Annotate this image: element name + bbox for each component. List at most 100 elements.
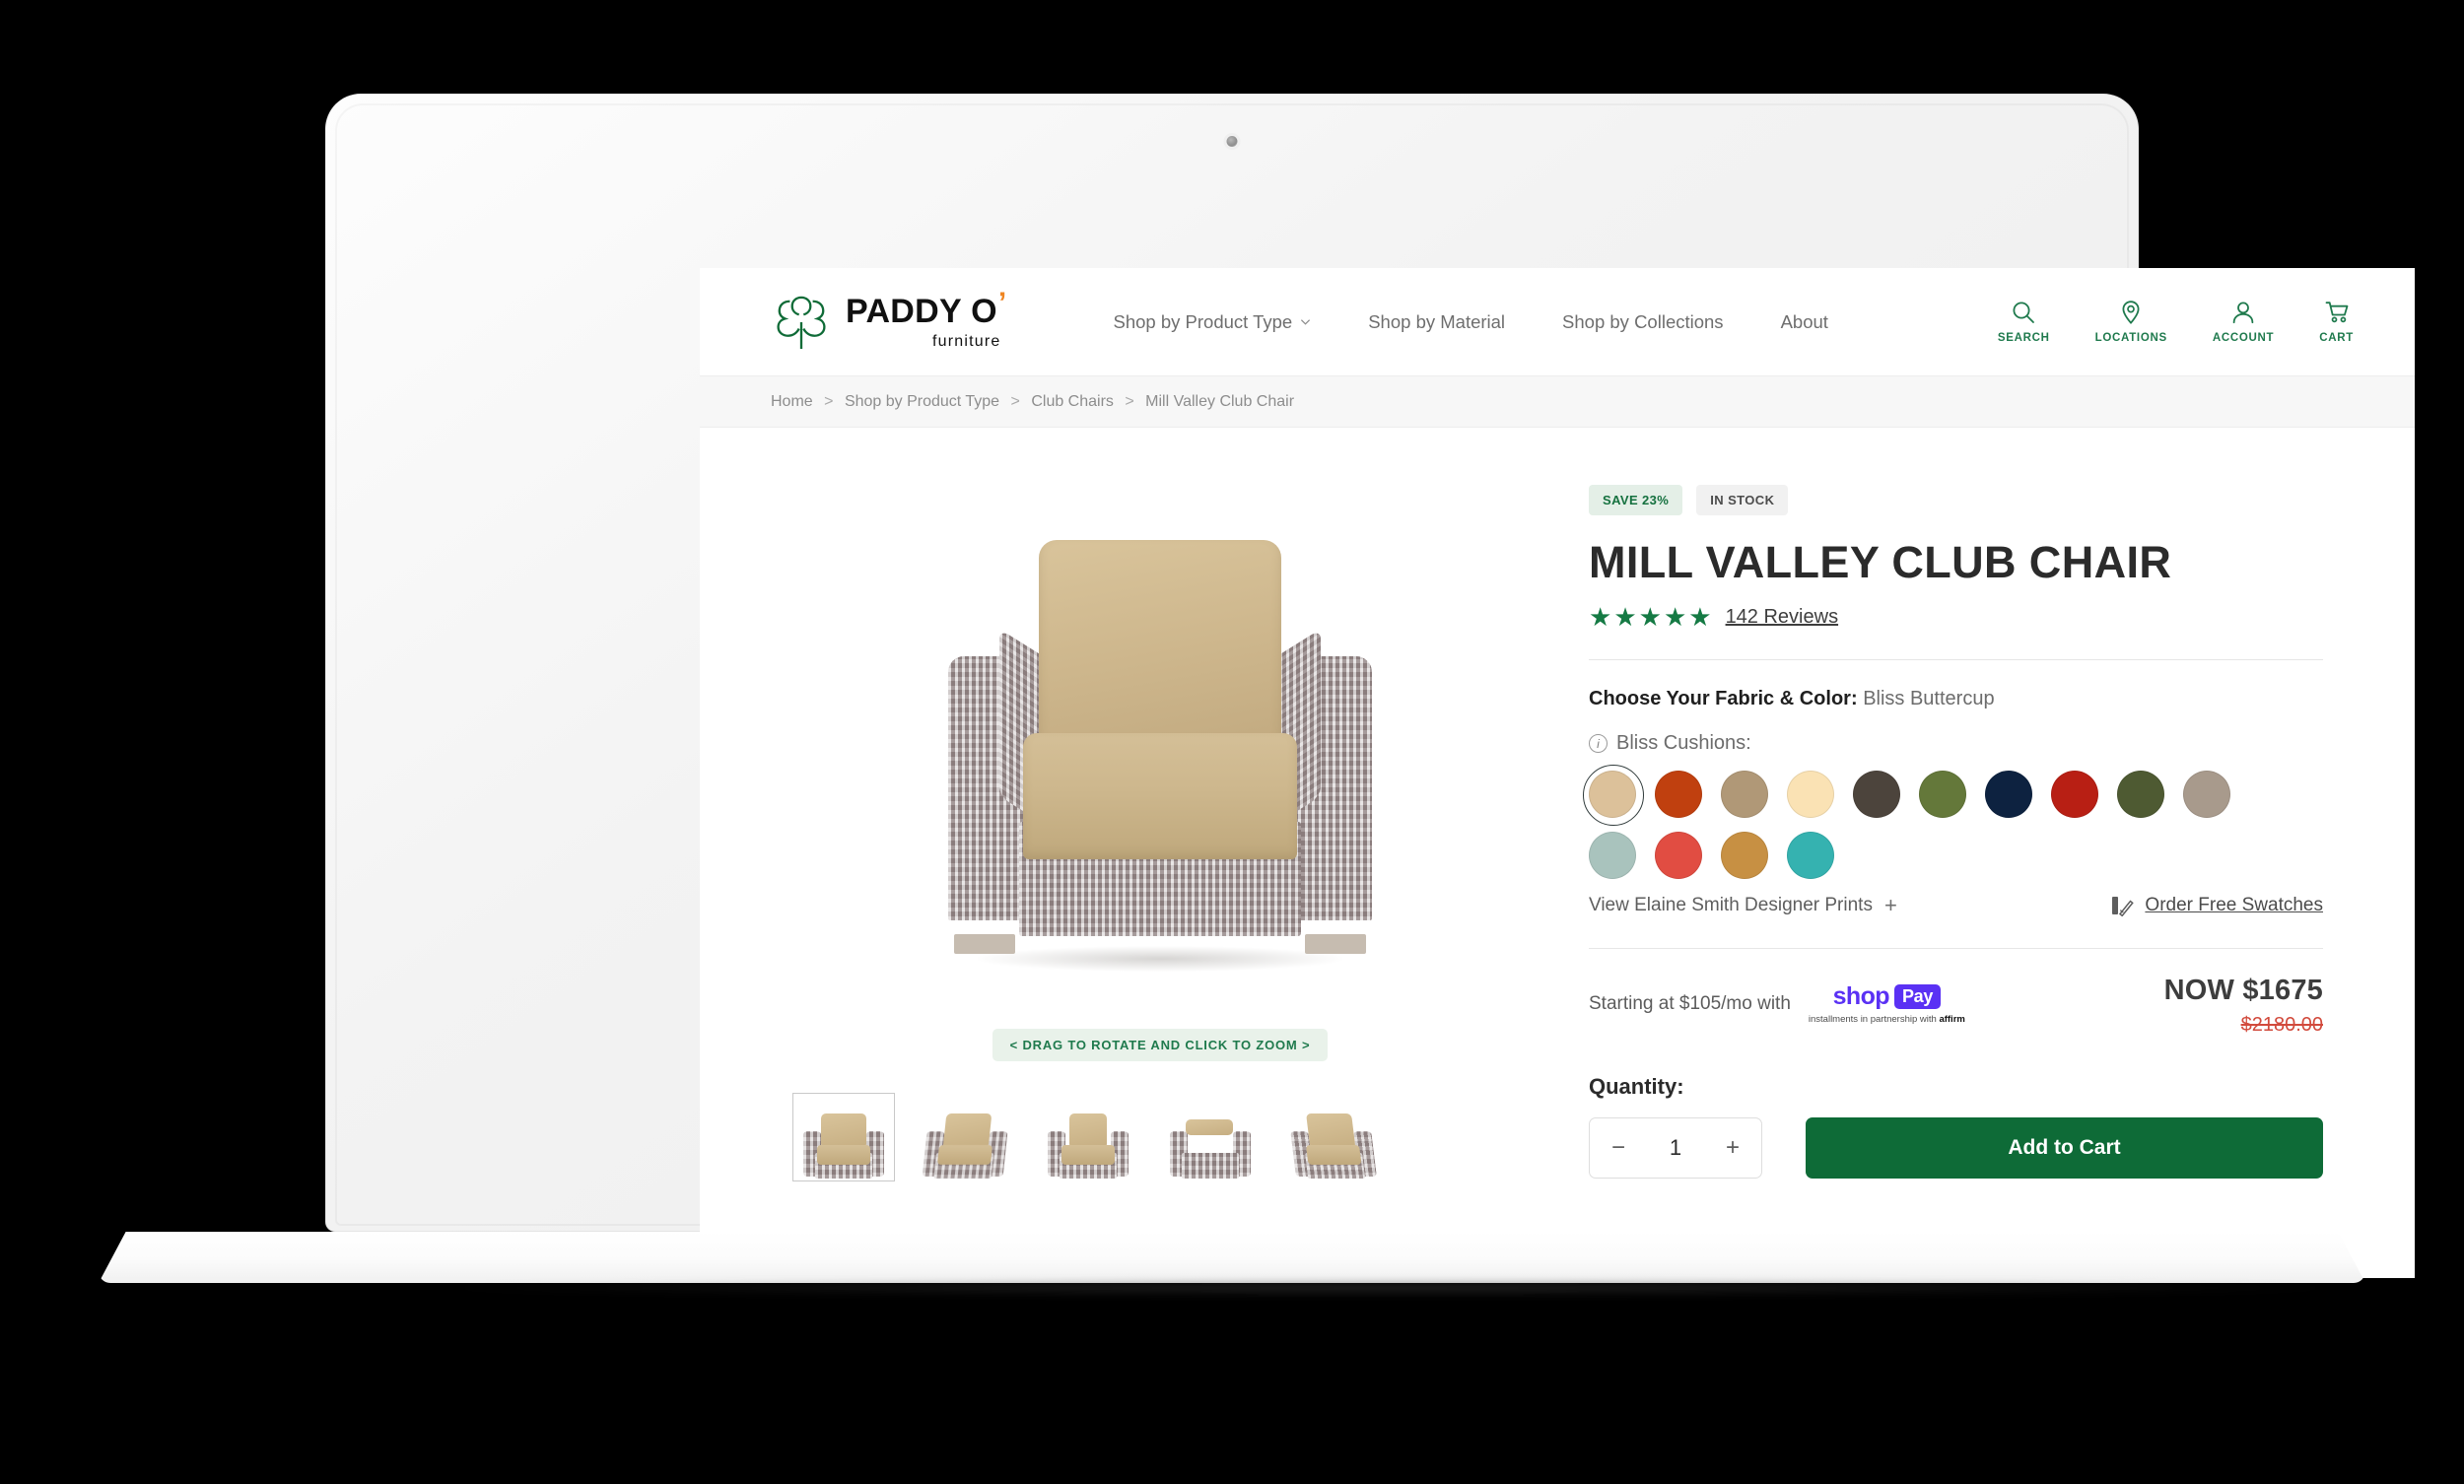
cart-button[interactable]: CART — [2319, 300, 2354, 344]
fabric-color-label: Choose Your Fabric & Color: — [1589, 688, 1858, 709]
shop-pay-logo[interactable]: shop Pay installments in partnership wit… — [1809, 982, 1965, 1025]
swatch-teal[interactable] — [1787, 832, 1834, 879]
search-button[interactable]: SEARCH — [1998, 300, 2050, 344]
fabric-color-line: Choose Your Fabric & Color: Bliss Butter… — [1589, 688, 2323, 710]
nav-label: Shop by Product Type — [1113, 310, 1293, 332]
swatch-row-1 — [1583, 765, 2323, 826]
swatch-rust[interactable] — [1655, 771, 1702, 818]
star-icon: ★ — [1663, 602, 1687, 632]
locations-button[interactable]: LOCATIONS — [2095, 300, 2167, 344]
breadcrumb: Home > Shop by Product Type > Club Chair… — [771, 393, 1294, 411]
star-rating: ★ ★ ★ ★ ★ — [1589, 604, 1712, 630]
chevron-down-icon — [1301, 319, 1311, 325]
thumbnail-4[interactable] — [1159, 1093, 1262, 1181]
breadcrumb-item-club-chairs[interactable]: Club Chairs — [1031, 393, 1114, 410]
chair-foot-right — [1305, 934, 1366, 954]
nav-item-shop-by-material[interactable]: Shop by Material — [1368, 311, 1505, 333]
nav-item-shop-by-product-type[interactable]: Shop by Product Type — [1114, 311, 1312, 333]
swatch-warm-grey[interactable] — [2183, 771, 2230, 818]
product-badges: SAVE 23% IN STOCK — [1589, 485, 2323, 515]
account-label: ACCOUNT — [2212, 332, 2275, 344]
cushion-group-label: Bliss Cushions: — [1616, 732, 1751, 754]
affirm-note-prefix: installments in partnership with — [1808, 1014, 1940, 1025]
swatch-coral[interactable] — [1655, 832, 1702, 879]
chair-back-cushion — [1039, 540, 1281, 749]
thumbnail-1[interactable] — [792, 1093, 895, 1181]
swatch-navy[interactable] — [1985, 771, 2032, 818]
info-icon[interactable]: i — [1589, 734, 1608, 753]
swatch-ochre[interactable] — [1721, 832, 1768, 879]
price-block: NOW $1675 $2180.00 — [2164, 975, 2323, 1037]
swatch-olive[interactable] — [1919, 771, 1966, 818]
breadcrumb-separator: > — [824, 392, 834, 410]
affirm-brand: affirm — [1939, 1014, 1965, 1025]
plus-icon: + — [1883, 893, 1897, 917]
nav-item-about[interactable]: About — [1781, 311, 1828, 333]
breadcrumb-item-home[interactable]: Home — [771, 393, 813, 410]
thumbnail-5[interactable] — [1281, 1093, 1384, 1181]
user-icon — [2232, 302, 2254, 324]
webcam-icon — [1226, 136, 1238, 147]
secondary-links-row: View Elaine Smith Designer Prints + Orde… — [1589, 893, 2323, 918]
swatch-bliss-buttercup[interactable] — [1583, 765, 1644, 826]
cart-icon — [2325, 302, 2349, 323]
divider — [1589, 948, 2323, 949]
swatch-dark-brown[interactable] — [1853, 771, 1900, 818]
fabric-color-value: Bliss Buttercup — [1863, 688, 1995, 709]
logo-apostrophe: ’ — [997, 286, 1007, 319]
quantity-decrease-button[interactable]: − — [1611, 1134, 1625, 1162]
cart-label: CART — [2319, 332, 2354, 344]
product-details: SAVE 23% IN STOCK MILL VALLEY CLUB CHAIR… — [1583, 471, 2323, 1181]
site-logo[interactable]: PADDY O’ furniture — [771, 288, 1007, 351]
thumbnail-2[interactable] — [915, 1093, 1017, 1181]
chair-foot-left — [954, 934, 1015, 954]
star-icon: ★ — [1638, 602, 1662, 632]
cushion-group-line: i Bliss Cushions: — [1589, 732, 2323, 755]
swatch-red[interactable] — [2051, 771, 2098, 818]
thumbnail-strip — [771, 1093, 1549, 1181]
account-button[interactable]: ACCOUNT — [2213, 300, 2274, 344]
quantity-stepper[interactable]: − 1 + — [1589, 1117, 1762, 1179]
logo-name-text: PADDY O — [846, 292, 997, 330]
breadcrumb-bar: Home > Shop by Product Type > Club Chair… — [700, 376, 2415, 428]
product-gallery: < DRAG TO ROTATE AND CLICK TO ZOOM > — [771, 471, 1549, 1181]
swatch-fan-icon — [2112, 897, 2135, 916]
laptop-lid: PADDY O’ furniture Shop by Product Type … — [325, 94, 2415, 1278]
breadcrumb-item-product-type[interactable]: Shop by Product Type — [845, 393, 999, 410]
current-price: NOW $1675 — [2163, 975, 2323, 1006]
page-title: MILL VALLEY CLUB CHAIR — [1589, 537, 2172, 587]
nav-label: About — [1780, 310, 1828, 332]
rating-row: ★ ★ ★ ★ ★ 142 Reviews — [1589, 604, 2323, 630]
product-hero-image[interactable] — [771, 471, 1549, 1023]
chair-shadow — [978, 946, 1342, 972]
shop-pay-word: shop — [1832, 982, 1890, 1010]
drag-to-rotate-hint[interactable]: < DRAG TO ROTATE AND CLICK TO ZOOM > — [992, 1029, 1329, 1061]
divider — [1589, 659, 2323, 660]
search-label: SEARCH — [1997, 332, 2050, 344]
quantity-value[interactable]: 1 — [1670, 1135, 1681, 1161]
designer-prints-link[interactable]: View Elaine Smith Designer Prints + — [1589, 893, 1897, 918]
breadcrumb-separator: > — [1010, 392, 1020, 410]
star-icon: ★ — [1688, 602, 1712, 632]
swatch-sage[interactable] — [1589, 832, 1636, 879]
star-icon: ★ — [1589, 602, 1612, 632]
nav-item-shop-by-collections[interactable]: Shop by Collections — [1562, 311, 1724, 333]
site-header: PADDY O’ furniture Shop by Product Type … — [700, 268, 2415, 376]
swatch-forest-olive[interactable] — [2117, 771, 2164, 818]
add-to-cart-button[interactable]: Add to Cart — [1806, 1117, 2323, 1179]
stock-badge: IN STOCK — [1696, 485, 1789, 515]
search-icon — [2013, 302, 2035, 323]
browser-screen: PADDY O’ furniture Shop by Product Type … — [700, 268, 2415, 1278]
quantity-increase-button[interactable]: + — [1726, 1134, 1740, 1162]
shop-pay-badge: Pay — [1893, 984, 1942, 1009]
order-free-swatches-link[interactable]: Order Free Swatches — [2110, 895, 2323, 916]
swatch-khaki[interactable] — [1721, 771, 1768, 818]
logo-subtitle: furniture — [932, 332, 1001, 350]
swatch-cream[interactable] — [1787, 771, 1834, 818]
save-badge: SAVE 23% — [1589, 485, 1683, 515]
price-row: Starting at $105/mo with shop Pay instal… — [1589, 975, 2323, 1037]
shamrock-icon — [777, 296, 826, 349]
thumbnail-3[interactable] — [1037, 1093, 1139, 1181]
reviews-link[interactable]: 142 Reviews — [1726, 606, 1839, 629]
breadcrumb-item-current: Mill Valley Club Chair — [1145, 392, 1295, 410]
